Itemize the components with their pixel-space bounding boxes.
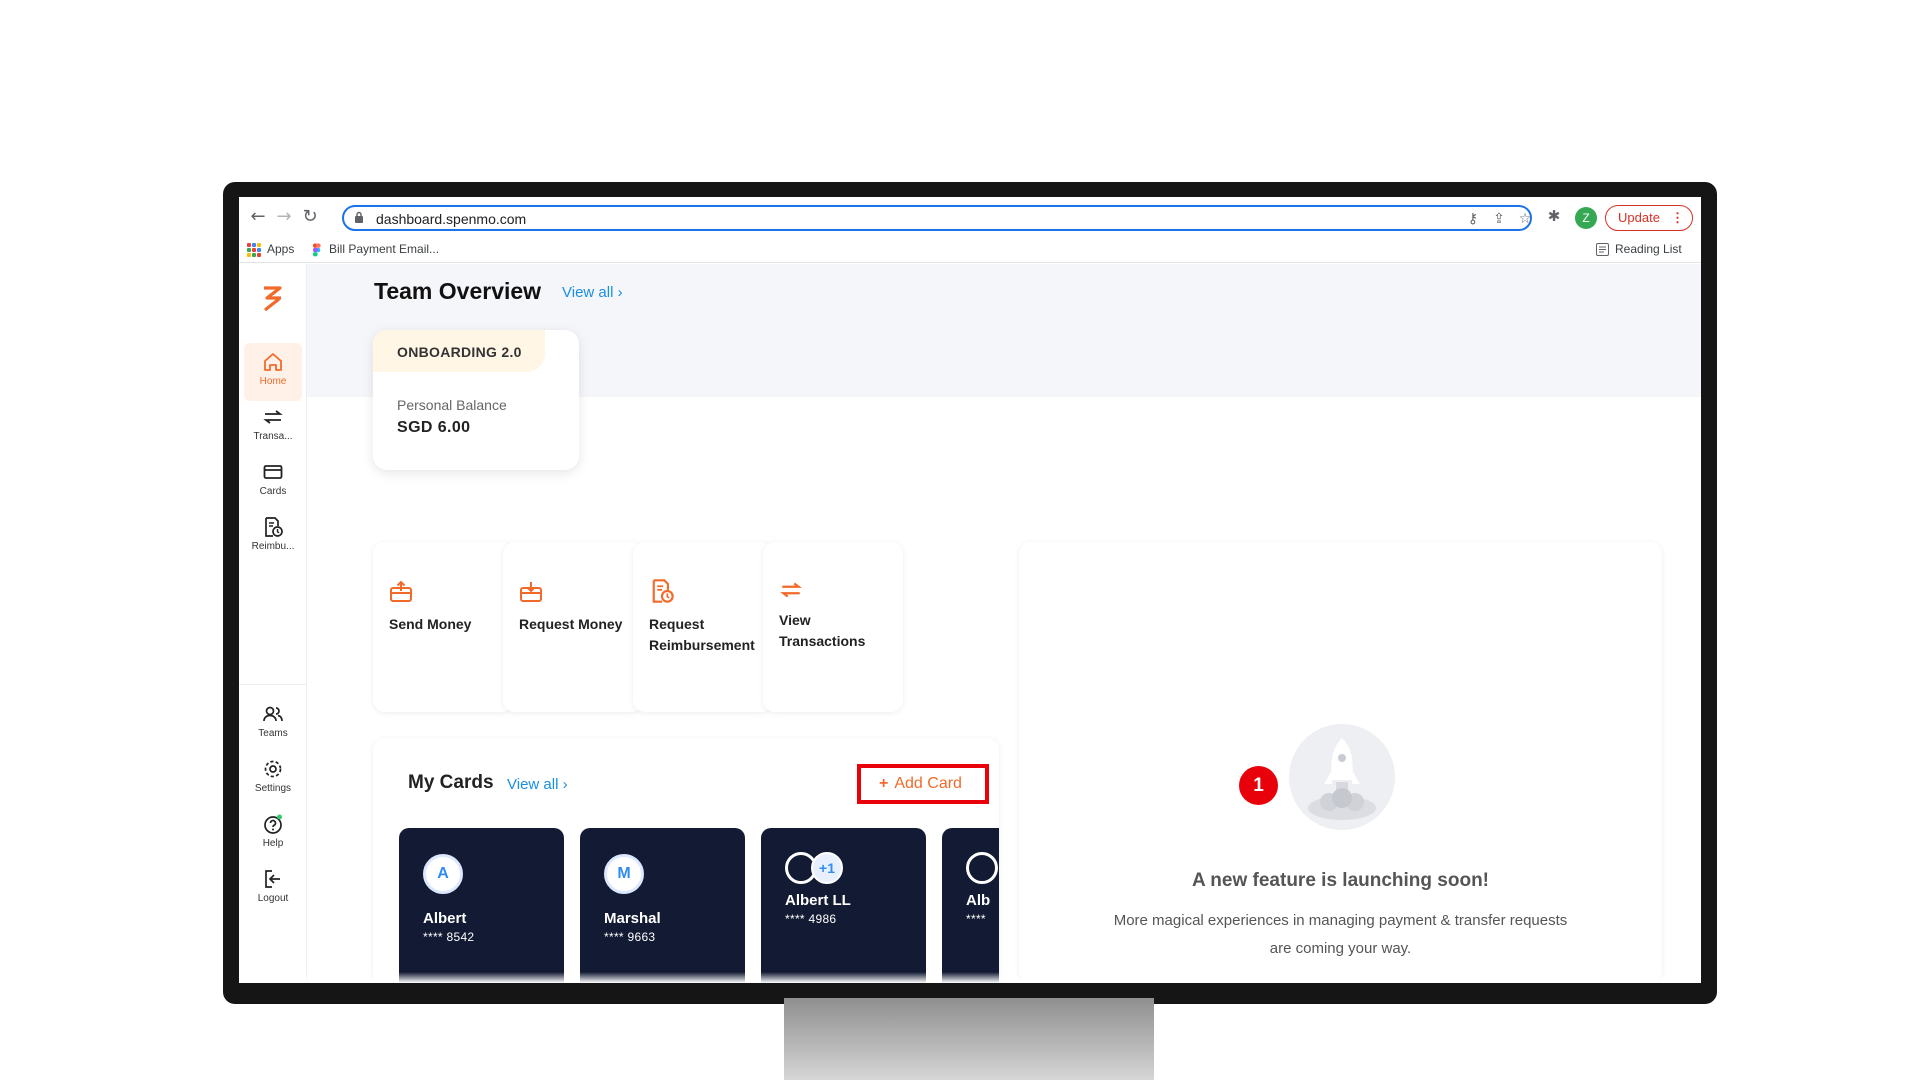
my-cards-panel: My Cards View all › + Add Card A Albert *…	[373, 738, 999, 983]
spenmo-logo-icon[interactable]	[259, 286, 285, 314]
update-button[interactable]: Update ⋮	[1605, 205, 1693, 231]
address-bar[interactable]: dashboard.spenmo.com ⚷ ⇪ ☆	[342, 205, 1532, 231]
payment-card[interactable]: Alb ****	[942, 828, 999, 983]
profile-avatar[interactable]: Z	[1575, 207, 1597, 229]
request-money-button[interactable]: Request Money	[503, 542, 643, 712]
action-label: Send Money	[389, 616, 472, 632]
transactions-icon	[780, 582, 802, 598]
card-icon	[263, 465, 283, 479]
app-root: Home Transa... Cards Reimbu... Teams Set…	[239, 264, 1701, 983]
sidebar-divider	[239, 684, 307, 685]
payment-card[interactable]: M Marshal **** 9663	[580, 828, 745, 983]
card-number: **** 9663	[604, 930, 656, 944]
team-name: ONBOARDING 2.0	[373, 330, 545, 372]
rocket-illustration	[1289, 724, 1395, 830]
transactions-icon	[263, 410, 283, 424]
update-label: Update	[1618, 210, 1660, 225]
reimbursement-icon	[652, 579, 674, 603]
feature-title: A new feature is launching soon!	[1192, 870, 1489, 891]
balance-value: SGD 6.00	[397, 419, 471, 436]
reimbursement-icon	[265, 517, 283, 537]
sidebar-item-label: Cards	[259, 486, 287, 497]
avatar: M	[604, 854, 644, 894]
add-card-button[interactable]: + Add Card	[857, 764, 989, 804]
view-transactions-button[interactable]: View Transactions	[763, 542, 903, 712]
feature-panel: A new feature is launching soon! More ma…	[1019, 542, 1662, 983]
plus-icon: +	[879, 775, 889, 792]
sidebar-item-help[interactable]: Help	[244, 805, 302, 863]
step-marker: 1	[1239, 766, 1278, 805]
action-label: Request Reimbursement	[649, 616, 755, 653]
card-number: **** 4986	[785, 912, 837, 926]
feature-subtitle: More magical experiences in managing pay…	[1113, 912, 1568, 957]
bookmark-apps[interactable]: Apps	[267, 242, 294, 256]
action-label: Request Money	[519, 616, 623, 632]
sidebar: Home Transa... Cards Reimbu... Teams Set…	[239, 264, 307, 983]
reload-icon[interactable]: ↻	[299, 206, 321, 228]
key-icon[interactable]: ⚷	[1464, 210, 1482, 228]
request-reimbursement-button[interactable]: Request Reimbursement	[633, 542, 773, 712]
sidebar-item-label: Settings	[254, 783, 292, 794]
sidebar-item-home[interactable]: Home	[244, 343, 302, 401]
card-number: **** 8542	[423, 930, 475, 944]
browser-toolbar: ← → ↻ dashboard.spenmo.com ⚷ ⇪ ☆ ✱ Z Upd…	[239, 197, 1701, 237]
card-number: ****	[966, 912, 986, 926]
back-icon[interactable]: ←	[247, 206, 269, 228]
sidebar-item-label: Help	[262, 838, 284, 849]
sidebar-item-logout[interactable]: Logout	[244, 860, 302, 918]
card-holder-name: Albert LL	[785, 892, 851, 909]
screen: ← → ↻ dashboard.spenmo.com ⚷ ⇪ ☆ ✱ Z Upd…	[239, 197, 1701, 983]
send-money-button[interactable]: Send Money	[373, 542, 513, 712]
sidebar-item-label: Teams	[258, 728, 288, 739]
reading-list[interactable]: Reading List	[1615, 242, 1682, 256]
sidebar-item-cards[interactable]: Cards	[244, 453, 302, 511]
cards-view-all-link[interactable]: View all ›	[507, 776, 568, 793]
screen-fade	[239, 972, 1701, 983]
sidebar-item-label: Home	[259, 376, 287, 387]
payment-card[interactable]: +1 Albert LL **** 4986	[761, 828, 926, 983]
monitor-stand	[784, 998, 1154, 1080]
add-card-label: Add Card	[894, 775, 962, 792]
merchant-avatar	[966, 852, 998, 884]
sidebar-item-label: Transa...	[253, 431, 293, 442]
figma-icon	[313, 243, 321, 257]
share-icon[interactable]: ⇪	[1490, 210, 1508, 228]
more-icon: ⋮	[1671, 210, 1684, 225]
card-holder-name: Marshal	[604, 910, 661, 927]
my-cards-title: My Cards	[408, 772, 494, 793]
sidebar-item-label: Reimbu...	[251, 541, 295, 552]
extensions-icon[interactable]: ✱	[1544, 206, 1564, 226]
star-icon[interactable]: ☆	[1516, 210, 1534, 228]
page-title: Team Overview	[374, 278, 542, 304]
bookmarks-bar: Apps Bill Payment Email... Reading List	[239, 237, 1701, 263]
apps-icon[interactable]	[247, 243, 261, 257]
avatar: A	[423, 854, 463, 894]
lock-icon	[355, 211, 363, 223]
sidebar-item-settings[interactable]: Settings	[244, 750, 302, 808]
bookmark-bill-payment[interactable]: Bill Payment Email...	[329, 242, 439, 256]
sidebar-item-teams[interactable]: Teams	[244, 695, 302, 753]
action-label: View Transactions	[779, 612, 866, 649]
logout-icon	[265, 870, 280, 888]
help-icon	[264, 814, 282, 834]
team-card[interactable]: ONBOARDING 2.0 Personal Balance SGD 6.00	[373, 330, 579, 470]
send-money-icon	[390, 580, 412, 602]
request-money-icon	[520, 582, 542, 602]
url-text[interactable]: dashboard.spenmo.com	[376, 211, 526, 227]
card-holder-name: Alb	[966, 892, 991, 909]
team-view-all-link[interactable]: View all ›	[562, 284, 623, 301]
home-icon	[264, 353, 282, 371]
payment-card[interactable]: A Albert **** 8542	[399, 828, 564, 983]
balance-label: Personal Balance	[397, 397, 507, 413]
card-holder-name: Albert	[423, 910, 467, 927]
avatar: +1	[811, 852, 843, 884]
teams-icon	[263, 706, 283, 722]
gear-icon	[264, 760, 282, 778]
sidebar-item-reimbursement[interactable]: Reimbu...	[244, 508, 302, 566]
forward-icon[interactable]: →	[273, 206, 295, 228]
sidebar-item-transactions[interactable]: Transa...	[244, 398, 302, 456]
sidebar-item-label: Logout	[257, 893, 289, 904]
reading-list-icon	[1596, 243, 1609, 256]
